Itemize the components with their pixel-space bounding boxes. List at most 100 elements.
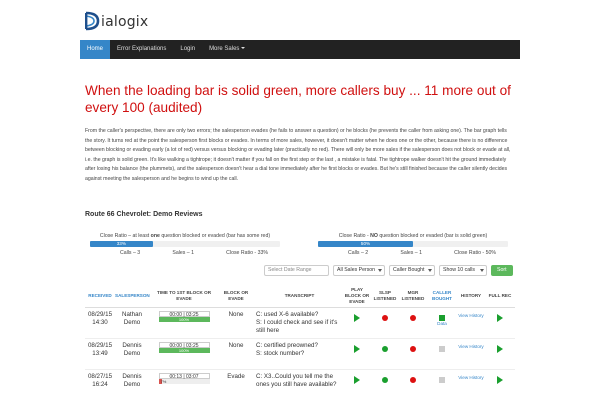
- play-cell: [343, 342, 371, 353]
- time-bar: 00:00 | 03:25 100%: [158, 311, 210, 322]
- col-mgr-listened: MGR LISTENED: [401, 289, 425, 301]
- col-block-or-evade: BLOCK OR EVADE: [223, 289, 249, 301]
- status-square-icon: [439, 377, 445, 383]
- explanation-paragraph: From the caller's perspective, there are…: [85, 128, 511, 182]
- time-progress-label: 100%: [178, 348, 190, 353]
- calls-table: RECEIVED SALESPERSON TIME TO 1ST BLOCK O…: [85, 284, 515, 400]
- ratio-label-post: question blocked or evaded (bar has some…: [159, 233, 271, 239]
- play-icon[interactable]: [354, 376, 360, 384]
- play-icon[interactable]: [354, 314, 360, 322]
- table-body: 08/29/15 14:30 Nathan Demo 00:00 | 03:25 100…: [85, 308, 515, 400]
- nav-more-sales[interactable]: More Sales: [202, 40, 252, 59]
- close-ratio: Close Ratio - 33%: [226, 250, 268, 256]
- play-icon[interactable]: [497, 345, 503, 353]
- full-rec-cell: [485, 342, 515, 353]
- close-ratio-blocked: Close Ratio – at least one question bloc…: [90, 233, 280, 256]
- logo-text: ialogix: [101, 14, 149, 30]
- chevron-down-icon: [378, 269, 382, 272]
- sales-count: Sales – 1: [172, 250, 194, 256]
- col-transcript: TRANSCRIPT: [284, 292, 315, 298]
- time-cell: 00:13 | 03:07 7%: [149, 373, 219, 384]
- slsp-listened-cell: [371, 342, 399, 352]
- ratio-progress-text: 33%: [116, 241, 126, 246]
- mgr-listened-cell: [399, 342, 427, 352]
- ratio-label-pre: Close Ratio -: [338, 233, 371, 239]
- col-history: HISTORY: [460, 292, 482, 298]
- ratio-label: Close Ratio – at least one question bloc…: [90, 233, 280, 241]
- data-link[interactable]: Data: [427, 321, 457, 327]
- view-history-link[interactable]: View History: [457, 344, 485, 350]
- chevron-down-icon: [428, 269, 432, 272]
- nav-error-explanations[interactable]: Error Explanations: [110, 40, 173, 59]
- show-count-select[interactable]: Show 10 calls: [439, 265, 487, 276]
- caller-bought-cell: [427, 342, 457, 352]
- time-progress: 100%: [158, 348, 210, 353]
- table-row: 08/29/15 13:49 Dennis Demo 00:00 | 03:25 100…: [85, 339, 515, 370]
- salesperson-cell: Dennis Demo: [122, 342, 142, 357]
- ratio-label-pre: Close Ratio – at least: [99, 233, 151, 239]
- time-bar: 00:00 | 03:25 100%: [158, 342, 210, 353]
- history-cell: View History: [457, 342, 485, 350]
- table-row: 08/29/15 14:30 Nathan Demo 00:00 | 03:25 100…: [85, 308, 515, 339]
- time-bar: 00:13 | 03:07 7%: [158, 373, 210, 384]
- time-progress: 100%: [158, 317, 210, 322]
- dealer-title: Route 66 Chevrolet: Demo Reviews: [85, 211, 203, 218]
- caller-bought-select-value: Caller Bought: [393, 267, 425, 273]
- history-cell: View History: [457, 373, 485, 381]
- logo[interactable]: ialogix: [84, 7, 148, 35]
- mgr-listened-cell: [399, 311, 427, 321]
- view-history-link[interactable]: View History: [457, 313, 485, 319]
- col-slsp-listened: SLSP LISTENED: [373, 289, 397, 301]
- view-history-link[interactable]: View History: [457, 375, 485, 381]
- status-dot-icon: [410, 315, 416, 321]
- filter-bar: Select Date Range All Sales Person Calle…: [264, 265, 513, 276]
- ratio-progress-text: 50%: [360, 241, 371, 246]
- col-salesperson[interactable]: SALESPERSON: [115, 293, 150, 299]
- ratio-label: Close Ratio - NO question blocked or eva…: [318, 233, 508, 241]
- transcript-cell: C: X3..Could you tell me the ones you st…: [256, 373, 337, 388]
- nav-more-sales-label: More Sales: [209, 46, 240, 52]
- sort-button[interactable]: Sort: [491, 265, 513, 276]
- received-time: 13:49: [92, 350, 108, 357]
- time-cell: 00:00 | 03:25 100%: [149, 311, 219, 322]
- nav-login[interactable]: Login: [173, 40, 202, 59]
- ratio-progress-bar: 33%: [90, 241, 280, 247]
- caller-bought-select[interactable]: Caller Bought: [389, 265, 435, 276]
- top-navbar: Home Error Explanations Login More Sales: [80, 40, 520, 59]
- table-row: 08/27/15 16:24 Dennis Demo 00:13 | 03:07 7% E…: [85, 370, 515, 400]
- chevron-down-icon: [480, 269, 484, 272]
- status-dot-icon: [382, 315, 388, 321]
- nav-home[interactable]: Home: [80, 40, 111, 59]
- play-icon[interactable]: [497, 314, 503, 322]
- status-dot-icon: [382, 346, 388, 352]
- status-square-icon: [439, 346, 445, 352]
- date-range-input[interactable]: Select Date Range: [264, 265, 329, 276]
- play-cell: [343, 311, 371, 322]
- ratio-label-bold: NO: [370, 233, 378, 239]
- page-headline: When the loading bar is solid green, mor…: [85, 83, 511, 115]
- calls-count: Calls – 3: [120, 250, 141, 256]
- play-icon[interactable]: [354, 345, 360, 353]
- transcript-cell: C: certified preowned? S: stock number?: [256, 342, 318, 357]
- col-caller-bought[interactable]: CALLER BOUGHT: [427, 290, 457, 302]
- received-time: 16:24: [92, 381, 108, 388]
- play-icon[interactable]: [497, 376, 503, 384]
- sales-count: Sales – 1: [400, 250, 422, 256]
- close-ratio: Close Ratio - 50%: [454, 250, 496, 256]
- time-progress: 7%: [158, 379, 210, 384]
- play-cell: [343, 373, 371, 384]
- history-cell: View History: [457, 311, 485, 319]
- salesperson-select-value: All Sales Person: [337, 267, 376, 273]
- col-full-rec: FULL REC: [488, 292, 512, 298]
- salesperson-select[interactable]: All Sales Person: [333, 265, 385, 276]
- slsp-listened-cell: [371, 373, 399, 383]
- slsp-listened-cell: [371, 311, 399, 321]
- received-cell: 08/29/15 13:49: [85, 342, 115, 358]
- col-time-to-block: TIME TO 1ST BLOCK OR EVADE: [156, 289, 212, 301]
- time-cell: 00:00 | 03:25 100%: [149, 342, 219, 353]
- table-header: RECEIVED SALESPERSON TIME TO 1ST BLOCK O…: [85, 284, 515, 308]
- received-cell: 08/27/15 16:24: [85, 373, 115, 389]
- dialogix-logo-icon: [85, 11, 100, 31]
- ratio-label-post: question blocked or evaded (bar is solid…: [377, 233, 488, 239]
- col-received[interactable]: RECEIVED: [85, 293, 115, 299]
